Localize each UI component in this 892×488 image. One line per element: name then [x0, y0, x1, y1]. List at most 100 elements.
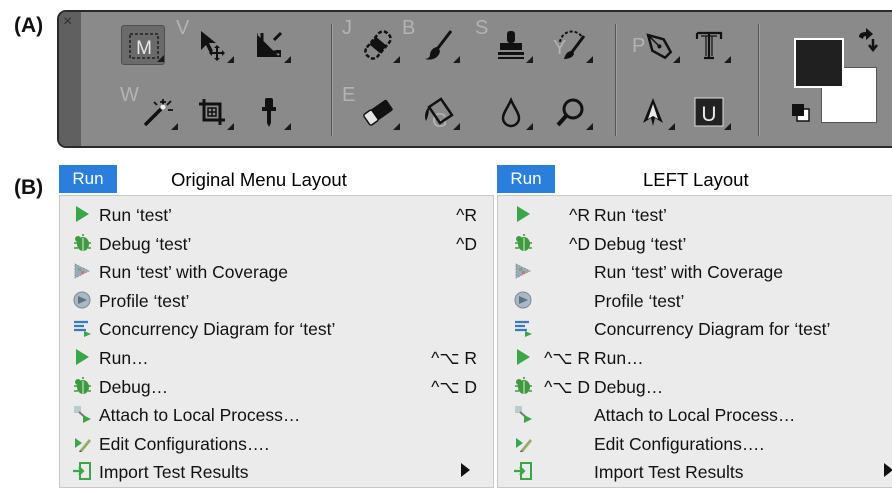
marquee-tool[interactable]: M: [121, 25, 165, 65]
history-brush-icon: [559, 30, 586, 59]
left-menu-layout: Run LEFT Layout Run ‘test’ ^R Debug ‘test’…: [497, 165, 892, 488]
submenu-arrow-icon: [461, 463, 470, 478]
submenu-triangle-icon: [668, 123, 675, 130]
shortcut-key-w: W: [120, 84, 139, 106]
menu-item[interactable]: Edit Configurations….: [498, 429, 892, 457]
menu-item-label: Debug ‘test’: [99, 233, 192, 254]
menu-item-label: Concurrency Diagram for ‘test’: [99, 319, 336, 340]
menu-item-label: Concurrency Diagram for ‘test’: [594, 319, 831, 340]
import-icon: [513, 461, 533, 481]
crop-icon: [199, 99, 225, 125]
history-brush-tool[interactable]: Y: [549, 25, 593, 65]
panel-label-a: (A): [14, 14, 44, 37]
menu-item[interactable]: Import Test Results: [60, 457, 493, 485]
blur-tool[interactable]: [489, 92, 533, 132]
run-menu-tab[interactable]: Run: [497, 165, 555, 193]
toolbar-separator: [758, 24, 759, 136]
quick-mask-tool[interactable]: U: [687, 92, 731, 132]
menu-item[interactable]: Run ‘test’ with Coverage: [498, 257, 892, 285]
submenu-triangle-icon: [673, 56, 680, 63]
menu-item-label: Run ‘test’ with Coverage: [99, 262, 289, 283]
crop-tool[interactable]: [190, 92, 234, 132]
menu-layout-title: LEFT Layout: [643, 169, 749, 190]
menu-item[interactable]: Edit Configurations….: [60, 429, 493, 457]
svg-text:M: M: [136, 38, 152, 59]
debug-icon: [513, 376, 533, 396]
menu-item-label: Attach to Local Process…: [99, 405, 301, 426]
paint-bucket-icon: [425, 97, 454, 125]
menu-item[interactable]: Profile ‘test’: [498, 286, 892, 314]
paint-bucket-tool[interactable]: G: [416, 92, 460, 132]
menu-item[interactable]: Concurrency Diagram for ‘test’: [498, 314, 892, 342]
magic-wand-tool[interactable]: W: [120, 84, 178, 132]
move-tool[interactable]: V: [176, 17, 234, 65]
coverage-icon: [72, 261, 92, 281]
submenu-triangle-icon: [171, 123, 178, 130]
menu-item-label: Run ‘test’: [594, 205, 667, 225]
menu-item[interactable]: Import Test Results: [498, 457, 892, 485]
submenu-triangle-icon: [393, 56, 400, 63]
pen-icon: [646, 33, 673, 60]
path-selection-tool[interactable]: [631, 92, 675, 132]
menu-item[interactable]: Debug… ^⌥ D: [60, 372, 493, 400]
menu-item-label: Edit Configurations….: [594, 433, 765, 454]
menu-layout-title: Original Menu Layout: [171, 169, 347, 190]
clone-stamp-tool[interactable]: S: [475, 17, 533, 65]
menu-item[interactable]: Run… ^⌥ R: [498, 343, 892, 371]
menu-item[interactable]: Attach to Local Process…: [60, 400, 493, 428]
menu-item-label: Profile ‘test’: [594, 290, 685, 311]
menu-item[interactable]: Run ‘test’ with Coverage: [60, 257, 493, 285]
marquee-icon: M: [129, 33, 159, 59]
toolbar-grip[interactable]: ×: [59, 12, 81, 146]
submenu-triangle-icon: [526, 123, 533, 130]
attach-icon: [72, 404, 92, 424]
move-icon: [201, 31, 225, 61]
run-icon: [513, 204, 533, 224]
menu-item[interactable]: Attach to Local Process…: [498, 400, 892, 428]
panel-label-b: (B): [14, 176, 44, 199]
menu-item[interactable]: Run ‘test’ ^R: [60, 200, 493, 228]
submenu-triangle-icon: [724, 123, 731, 130]
bandage-icon: [364, 30, 392, 60]
type-tool[interactable]: [687, 25, 731, 65]
shortcut-key-e: E: [342, 84, 356, 106]
artboard-tool[interactable]: [247, 25, 291, 65]
menu-item[interactable]: Profile ‘test’: [60, 286, 493, 314]
swap-colors-icon[interactable]: [854, 27, 880, 53]
dodge-tool[interactable]: [549, 92, 593, 132]
edit-config-icon: [513, 433, 533, 453]
healing-brush-tool[interactable]: J: [342, 17, 400, 65]
menu-item-label: Debug…: [99, 376, 169, 397]
import-icon: [72, 461, 92, 481]
menu-item[interactable]: Debug… ^⌥ D: [498, 372, 892, 400]
menu-item[interactable]: Concurrency Diagram for ‘test’: [60, 314, 493, 342]
submenu-triangle-icon: [453, 123, 460, 130]
menu-item[interactable]: Run ‘test’ ^R: [498, 200, 892, 228]
svg-text:U: U: [701, 103, 716, 126]
menu-item-label: Import Test Results: [99, 462, 249, 483]
submenu-triangle-icon: [586, 56, 593, 63]
menu-item-label: Run…: [594, 348, 644, 368]
menu-item-label: Profile ‘test’: [99, 290, 190, 311]
eyedropper-tool[interactable]: [247, 92, 291, 132]
magic-wand-icon: [143, 99, 173, 127]
eraser-tool[interactable]: E: [342, 84, 400, 132]
brush-tool[interactable]: B: [402, 17, 460, 65]
shortcut-key-v: V: [176, 17, 190, 39]
dodge-icon: [556, 98, 584, 127]
run-menu-tab[interactable]: Run: [59, 165, 117, 193]
menu-item-label: Edit Configurations….: [99, 433, 270, 454]
close-icon[interactable]: ×: [63, 13, 72, 31]
foreground-color-swatch[interactable]: [794, 38, 844, 88]
menu-item[interactable]: Debug ‘test’ ^D: [498, 229, 892, 257]
submenu-triangle-icon: [284, 56, 291, 63]
profile-icon: [72, 290, 92, 310]
default-colors-icon[interactable]: [790, 102, 812, 124]
brush-icon: [425, 30, 453, 60]
pen-tool[interactable]: P: [632, 25, 680, 65]
path-selection-icon: [643, 98, 663, 126]
water-drop-icon: [501, 96, 521, 128]
menu-item[interactable]: Debug ‘test’ ^D: [60, 229, 493, 257]
edit-config-icon: [72, 433, 92, 453]
menu-item[interactable]: Run… ^⌥ R: [60, 343, 493, 371]
